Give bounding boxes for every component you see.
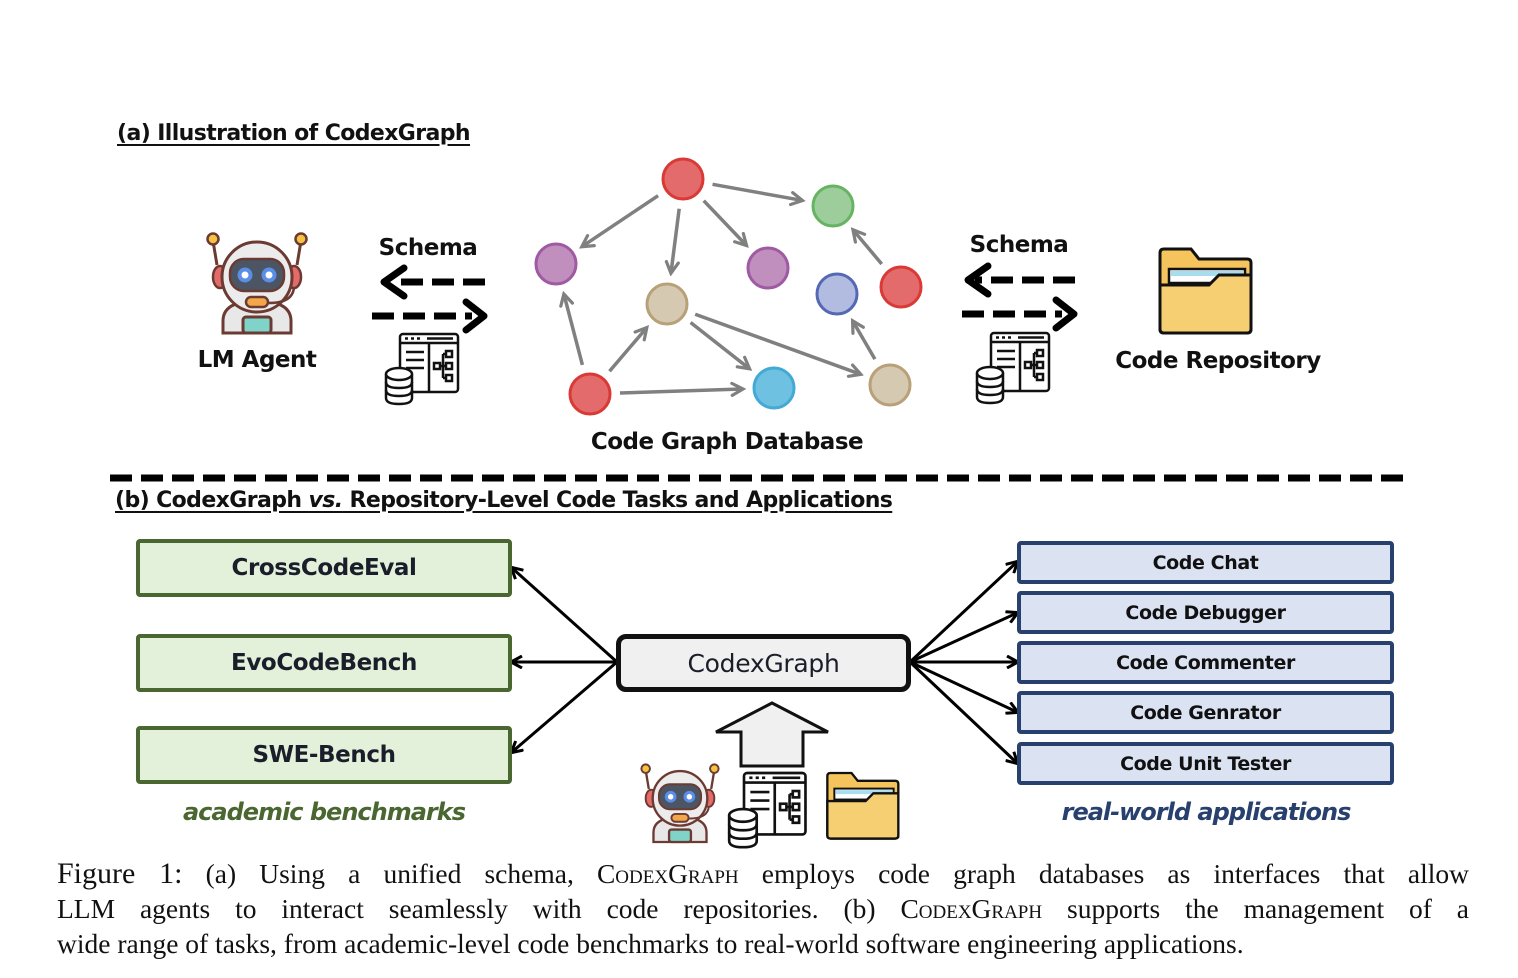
arrow-to-code-debugger: [909, 613, 1017, 664]
folder-icon-small: [826, 771, 900, 840]
app-box-code-chat: Code Chat: [1017, 541, 1394, 584]
codexgraph-center-box: CodexGraph: [616, 634, 911, 692]
caption-method-name: CodexGraph: [596, 858, 739, 889]
up-arrow-icon: [715, 701, 829, 768]
figure-caption: Figure 1: (a) Using a unified schema, Co…: [57, 856, 1469, 961]
schema-db-icon-small: [727, 771, 807, 849]
caption-text: employs code graph databases as interfac…: [738, 858, 1469, 889]
app-box-code-unit-tester: Code Unit Tester: [1017, 742, 1394, 785]
robot-agent-icon-small: [640, 763, 720, 844]
app-box-code-generator: Code Genrator: [1017, 691, 1394, 734]
arrow-to-swe-bench: [512, 660, 618, 752]
benchmark-box-evocodebench: EvoCodeBench: [136, 634, 512, 692]
arrow-to-code-generator: [909, 660, 1017, 712]
caption-text: LLM agents to interact seamlessly with c…: [57, 893, 901, 924]
caption-text: (a) Using a unified schema,: [182, 858, 597, 889]
academic-benchmarks-caption: academic benchmarks: [182, 798, 466, 826]
arrow-to-code-chat: [908, 562, 1017, 664]
arrow-to-crosscodeeval: [512, 568, 619, 664]
arrow-to-code-unit-tester: [908, 660, 1017, 763]
panel-b-connectors: [0, 0, 1518, 849]
benchmark-box-swe-bench: SWE-Bench: [136, 726, 512, 784]
caption-text: supports the management of a: [1042, 893, 1470, 924]
benchmark-box-crosscodeeval: CrossCodeEval: [136, 539, 512, 597]
caption-line-2: LLM agents to interact seamlessly with c…: [57, 891, 1469, 926]
figure-label: Figure 1:: [57, 857, 183, 890]
caption-line-1: Figure 1: (a) Using a unified schema, Co…: [57, 856, 1469, 891]
app-box-code-debugger: Code Debugger: [1017, 591, 1394, 634]
caption-method-name: CodexGraph: [900, 893, 1043, 924]
app-box-code-commenter: Code Commenter: [1017, 641, 1394, 684]
real-world-applications-caption: real-world applications: [1061, 798, 1352, 826]
caption-line-3: wide range of tasks, from academic-level…: [57, 928, 1244, 959]
